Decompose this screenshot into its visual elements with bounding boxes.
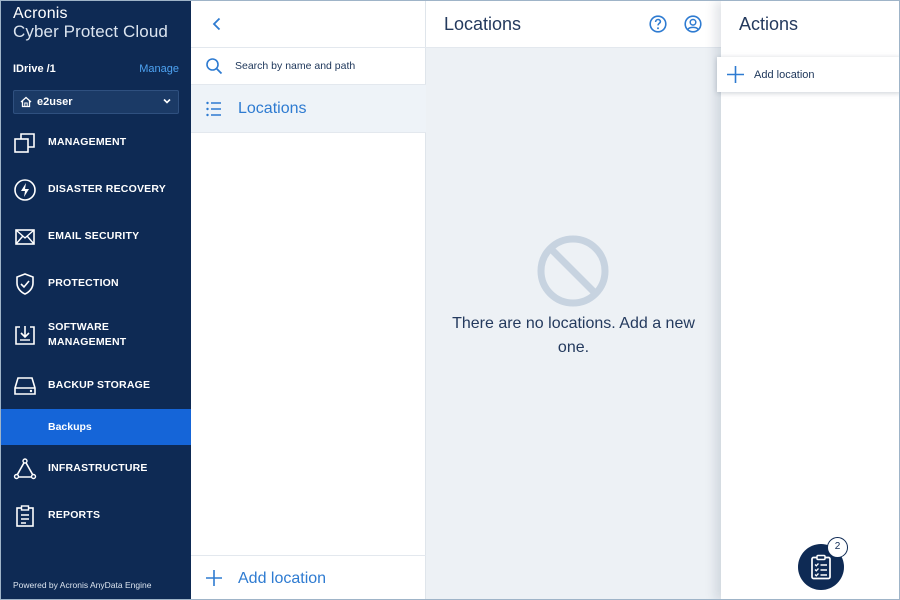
sidebar: Acronis Cyber Protect Cloud IDrive /1 Ma… (1, 1, 191, 599)
sidebar-item-label-line2: MANAGEMENT (48, 335, 127, 348)
sidebar-item-disaster-recovery[interactable]: DISASTER RECOVERY (1, 166, 191, 213)
envelope-icon (15, 228, 35, 245)
page-title: Locations (444, 14, 522, 34)
manage-link[interactable]: Manage (139, 63, 179, 75)
sidebar-item-software-management[interactable]: SOFTWARE MANAGEMENT (1, 307, 191, 362)
user-selector[interactable]: e2user (13, 90, 179, 114)
add-location-label: Add location (238, 570, 327, 587)
search-bar (191, 48, 426, 85)
sidebar-item-label: EMAIL SECURITY (48, 230, 140, 242)
sidebar-item-email-security[interactable]: EMAIL SECURITY (1, 213, 191, 260)
add-location-action[interactable]: Add location (717, 57, 899, 92)
clipboard-checklist-icon (811, 554, 831, 580)
list-item-locations[interactable]: Locations (191, 85, 426, 133)
sidebar-item-label: INFRASTRUCTURE (48, 462, 148, 474)
storage-drive-icon (14, 376, 36, 395)
sidebar-item-label: DISASTER RECOVERY (48, 183, 166, 195)
help-icon[interactable] (649, 15, 667, 33)
shield-check-icon (16, 272, 34, 295)
panel-header (191, 1, 426, 48)
search-icon (206, 58, 223, 75)
prohibited-icon (537, 235, 609, 307)
sidebar-item-label: REPORTS (48, 509, 101, 521)
software-download-icon (15, 325, 35, 345)
list-item-label: Locations (238, 100, 307, 117)
notification-badge: 2 (827, 537, 848, 558)
account-icon[interactable] (684, 15, 702, 33)
sidebar-item-label: MANAGEMENT (48, 136, 127, 148)
sidebar-item-infrastructure[interactable]: INFRASTRUCTURE (1, 445, 191, 492)
brand-logo-name: Acronis (13, 5, 68, 22)
sidebar-item-label-line1: SOFTWARE (48, 320, 110, 333)
home-icon (20, 96, 32, 108)
sidebar-item-label: PROTECTION (48, 277, 119, 289)
sidebar-item-label: BACKUP STORAGE (48, 379, 151, 391)
actions-title: Actions (739, 14, 799, 34)
brand-product-name: Cyber Protect Cloud (13, 22, 168, 41)
tenant-name: IDrive /1 (13, 63, 56, 75)
main-header: Locations (426, 1, 721, 48)
report-clipboard-icon (16, 504, 34, 527)
tenant-row: IDrive /1 Manage (13, 63, 179, 79)
add-location-footer-button[interactable]: Add location (191, 555, 426, 599)
main-content: Locations There are no locations. Add a … (426, 1, 721, 599)
actions-panel: Actions Add location (717, 1, 899, 599)
list-icon (206, 101, 221, 117)
plus-icon (206, 570, 222, 586)
sidebar-nav: MANAGEMENT DISASTER RECOVERY EMAIL SECUR… (1, 119, 191, 539)
triangle-nodes-icon (13, 457, 37, 479)
sidebar-item-backup-storage[interactable]: BACKUP STORAGE (1, 362, 191, 409)
sidebar-subitem-backups[interactable]: Backups (1, 409, 191, 445)
lightning-icon (14, 178, 36, 201)
sidebar-item-management[interactable]: MANAGEMENT (1, 119, 191, 166)
action-label: Add location (754, 69, 815, 81)
plus-icon (727, 66, 744, 83)
sidebar-item-label: SOFTWARE MANAGEMENT (48, 320, 126, 350)
actions-header: Actions (721, 1, 899, 48)
chevron-down-icon (163, 98, 171, 104)
search-input[interactable] (235, 56, 415, 76)
powered-by-footer: Powered by Acronis AnyData Engine (13, 580, 152, 590)
management-icon (14, 132, 35, 153)
sidebar-item-protection[interactable]: PROTECTION (1, 260, 191, 307)
sidebar-item-reports[interactable]: REPORTS (1, 492, 191, 539)
empty-state-message: There are no locations. Add a new one. (452, 315, 695, 356)
chevron-left-icon[interactable] (209, 16, 225, 32)
location-list-panel: Locations Add location (191, 1, 426, 599)
user-selector-value: e2user (37, 96, 73, 108)
app-window: Acronis Cyber Protect Cloud IDrive /1 Ma… (0, 0, 900, 600)
